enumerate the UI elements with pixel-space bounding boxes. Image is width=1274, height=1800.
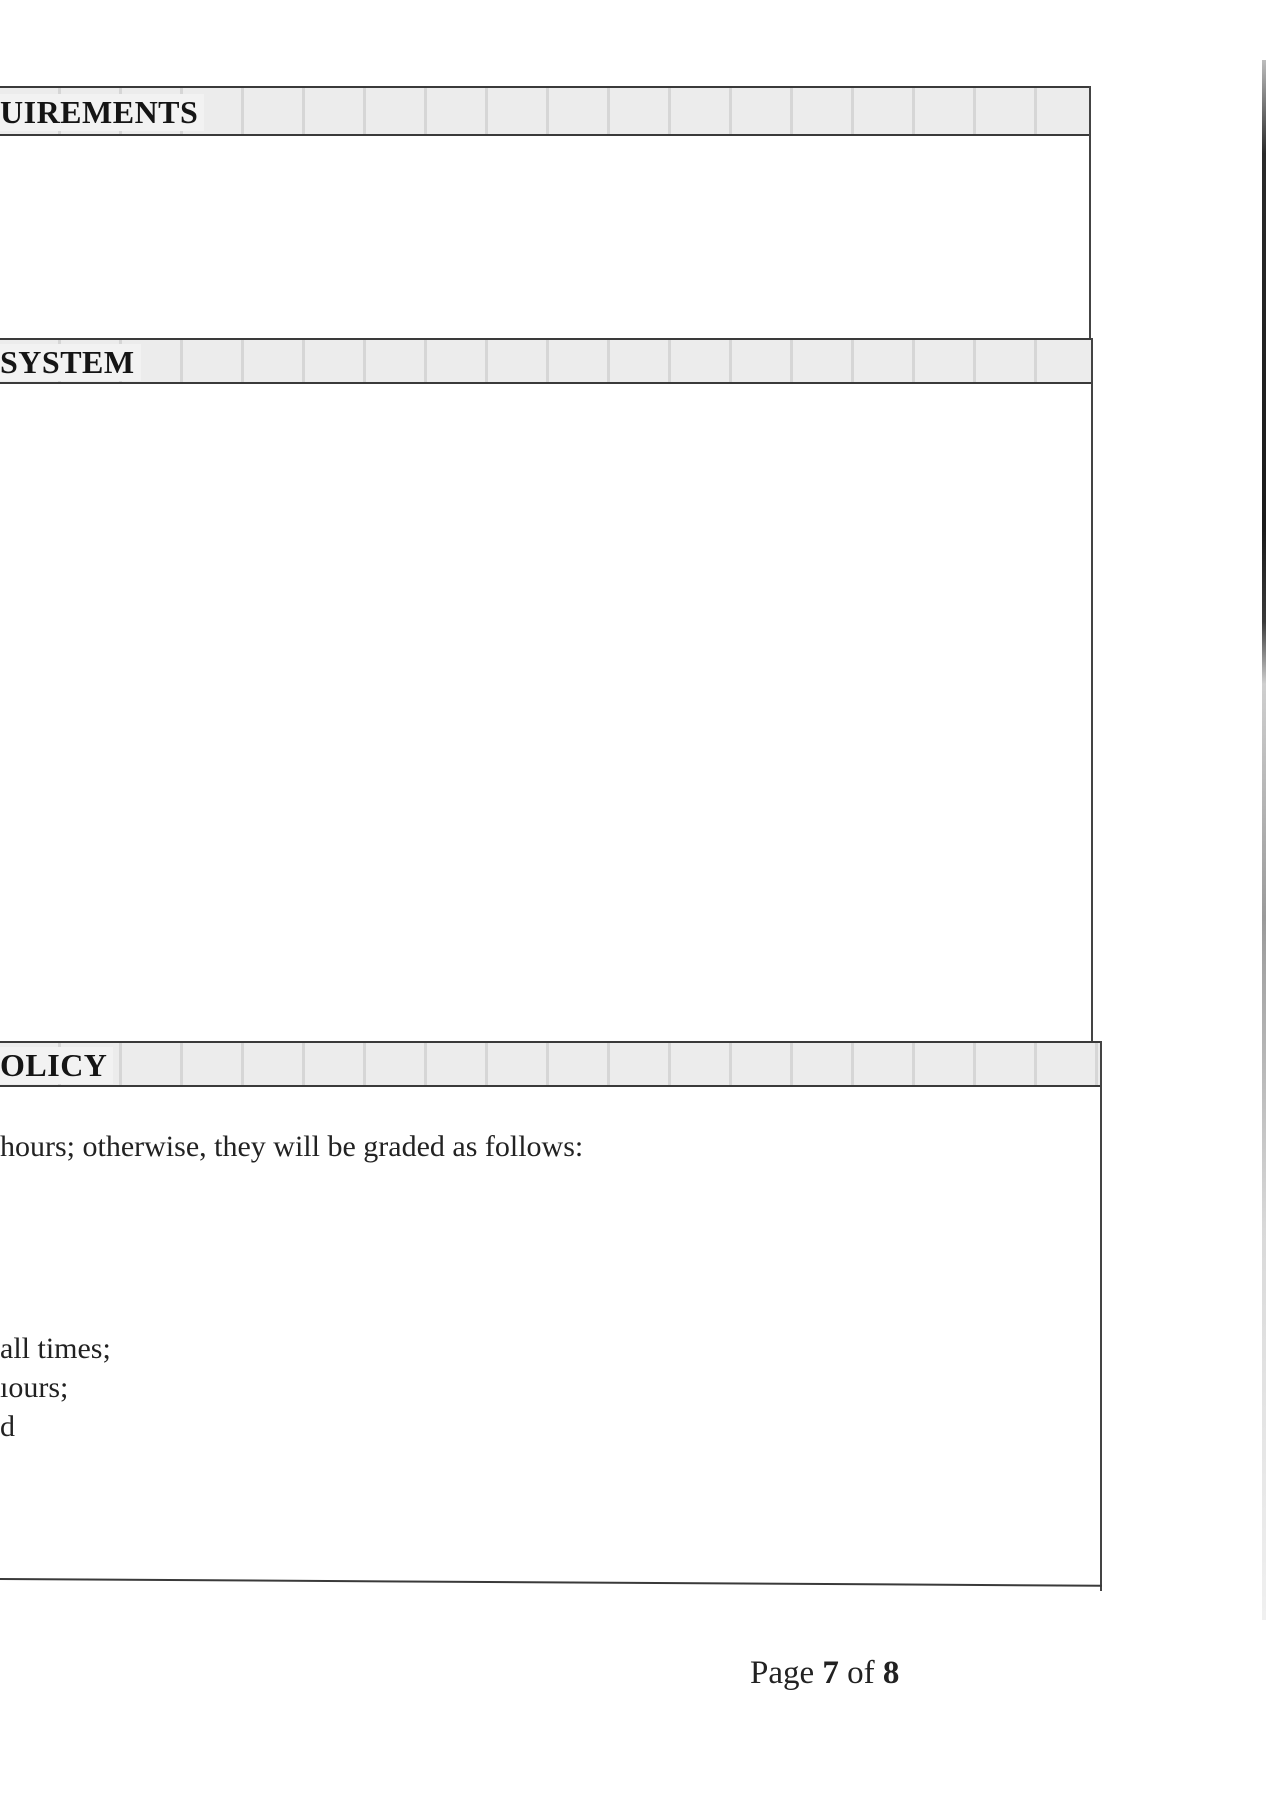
page-total: 8 bbox=[882, 1655, 900, 1691]
section-heading: UIREMENTS bbox=[0, 94, 205, 131]
section-border-right bbox=[1089, 86, 1091, 341]
scan-edge-shadow bbox=[1262, 60, 1266, 1620]
page-label: Page bbox=[750, 1655, 815, 1691]
policy-text-line: ıours; bbox=[0, 1371, 69, 1404]
section-header-policy: OLICY bbox=[0, 1041, 1102, 1087]
section-header-system: SYSTEM bbox=[0, 338, 1093, 384]
section-heading: SYSTEM bbox=[0, 344, 141, 381]
policy-text-line: d bbox=[0, 1410, 15, 1443]
document-page: UIREMENTS SYSTEM OLICY hours; otherwise,… bbox=[0, 0, 1274, 1800]
policy-text-line: all times; bbox=[0, 1332, 111, 1365]
section-header-requirements: UIREMENTS bbox=[0, 86, 1091, 136]
page-number: Page 7 of 8 bbox=[750, 1655, 899, 1692]
section-border-right bbox=[1100, 1041, 1102, 1591]
policy-text-line: hours; otherwise, they will be graded as… bbox=[0, 1130, 584, 1163]
section-heading: OLICY bbox=[0, 1047, 114, 1084]
section-border-right bbox=[1091, 338, 1093, 1046]
of-label: of bbox=[847, 1655, 875, 1691]
page-current: 7 bbox=[822, 1655, 839, 1691]
section-border-bottom bbox=[0, 1578, 1102, 1587]
